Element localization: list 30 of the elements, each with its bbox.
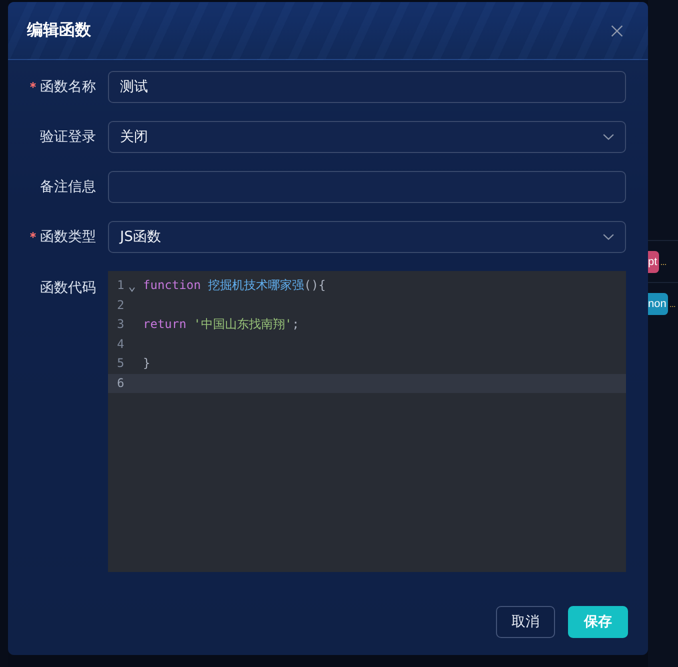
text-input[interactable] xyxy=(108,171,626,203)
line-number: 4 xyxy=(117,336,124,352)
field-label: 函数代码 xyxy=(40,279,96,297)
code-line: function 挖掘机技术哪家强(){ xyxy=(143,277,326,294)
field-label: 函数名称 xyxy=(40,78,96,96)
select-field[interactable]: 关闭 xyxy=(108,121,626,153)
tag-badge: non xyxy=(648,292,668,314)
field-label: 验证登录 xyxy=(40,128,96,146)
dialog-title: 编辑函数 xyxy=(27,20,91,41)
tag-badge: pt xyxy=(648,250,660,272)
close-icon xyxy=(611,24,623,36)
fold-caret-icon[interactable] xyxy=(129,286,136,292)
line-number: 3 xyxy=(117,316,124,333)
line-number: 2 xyxy=(117,296,124,314)
code-line: } xyxy=(143,355,150,372)
text-input[interactable]: 测试 xyxy=(108,71,626,103)
field-label: 备注信息 xyxy=(40,178,96,196)
chevron-down-icon xyxy=(603,134,614,140)
line-number: 6 xyxy=(117,374,124,392)
cancel-button[interactable]: 取消 xyxy=(496,606,555,638)
field-label: 函数类型 xyxy=(40,228,96,246)
ellipsis-text: ... xyxy=(660,256,666,266)
code-line: return '中国山东找南翔'; xyxy=(143,316,300,333)
select-field[interactable]: JS函数 xyxy=(108,221,626,253)
close-button[interactable] xyxy=(611,24,623,36)
code-editor[interactable]: 1 function 挖掘机技术哪家强(){ 2 3 return '中国山东找南翔'; 4 5 } 6 xyxy=(108,271,626,572)
ellipsis-text: ... xyxy=(669,298,676,308)
line-number: 1 xyxy=(117,277,124,294)
line-number: 5 xyxy=(117,355,124,372)
chevron-down-icon xyxy=(603,234,614,240)
